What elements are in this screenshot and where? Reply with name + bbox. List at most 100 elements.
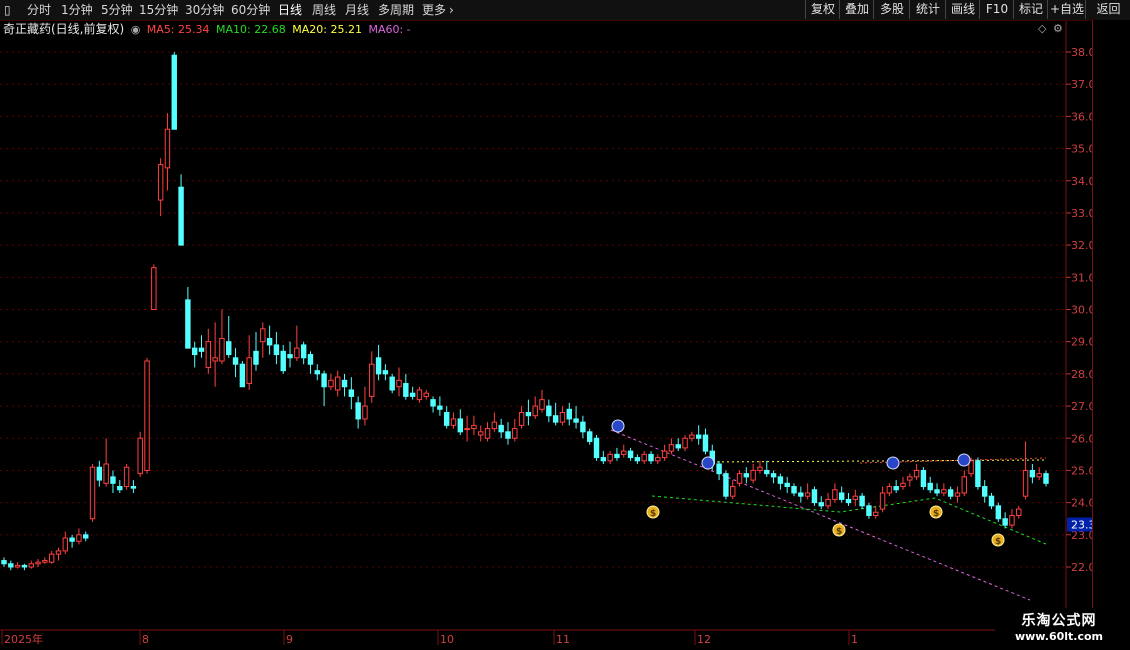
draw-line-button[interactable]: 画线 [945, 0, 980, 19]
candle-up [913, 469, 920, 478]
candle-down [443, 412, 450, 426]
candle-down [975, 460, 981, 488]
candle-up [559, 412, 566, 423]
sad-face-icon [701, 456, 715, 470]
candle-down [566, 408, 572, 420]
candle-down [770, 473, 777, 478]
add-watchlist-button[interactable]: +自选 [1047, 0, 1086, 19]
candle-down [69, 537, 75, 542]
tab-5min[interactable]: 5分钟 [101, 2, 133, 18]
candle-down [866, 505, 872, 516]
ma-line-green [651, 495, 1047, 545]
tab-15min[interactable]: 15分钟 [139, 2, 178, 18]
candle-down [96, 466, 103, 481]
candle-down [723, 473, 729, 497]
diamond-icon[interactable]: ◇ [1038, 22, 1046, 35]
candle-up [736, 473, 743, 484]
candle-up [157, 164, 164, 201]
candle-down [498, 424, 504, 433]
candle-down [280, 350, 286, 372]
multi-stock-button[interactable]: 多股 [873, 0, 910, 19]
watermark-url: www.60lt.com [1014, 630, 1104, 643]
candle-down [409, 392, 416, 397]
kline-chart[interactable]: 38.0037.0036.0035.0034.0033.0032.0031.00… [0, 0, 1130, 650]
candle-down [457, 418, 464, 433]
candle-down [355, 402, 361, 420]
tab-more[interactable]: 更多 [422, 2, 446, 18]
candle-down [253, 350, 259, 365]
candle-down [287, 354, 293, 359]
money-bag-glyph: $ [650, 509, 656, 519]
time-axis-label: 10 [440, 633, 454, 646]
candle-up [1036, 473, 1042, 478]
candle-down [845, 498, 852, 504]
candle-up [750, 469, 756, 481]
tab-30min[interactable]: 30分钟 [185, 2, 224, 18]
candle-up [491, 421, 498, 430]
candle-up [852, 495, 859, 500]
candle-up [804, 492, 811, 497]
candle-down [614, 453, 620, 459]
candle-down [791, 486, 797, 494]
stock-title[interactable]: 奇正藏药(日线,前复权) [3, 22, 124, 36]
candle-up [76, 534, 82, 542]
chevron-right-icon[interactable]: › [449, 2, 454, 18]
candle-down [525, 412, 532, 417]
candle-down [130, 486, 137, 489]
candle-down [307, 354, 314, 365]
tab-multi-period[interactable]: 多周期 [378, 2, 414, 18]
candle-up [416, 389, 423, 401]
chart-title-bar: 奇正藏药(日线,前复权) ◉ MA5: 25.34 MA10: 22.68 MA… [3, 21, 414, 37]
candlestick-series [1, 52, 1049, 571]
menu-icon[interactable]: ▯ [4, 2, 11, 18]
statistics-button[interactable]: 统计 [909, 0, 946, 19]
candle-down [947, 489, 954, 497]
tab-fenshi[interactable]: 分时 [27, 2, 51, 18]
candle-up [641, 453, 647, 462]
candle-down [226, 341, 232, 356]
candle-up [219, 337, 225, 362]
candle-up [539, 399, 545, 410]
candle-up [260, 328, 266, 343]
candle-up [14, 564, 21, 568]
candle-down [648, 453, 654, 462]
candle-up [825, 498, 831, 507]
tab-60min[interactable]: 60分钟 [231, 2, 270, 18]
candle-down [83, 534, 89, 539]
tab-daily[interactable]: 日线 [278, 2, 302, 18]
mark-button[interactable]: 标记 [1013, 0, 1048, 19]
candle-down [634, 457, 641, 462]
money-bag-glyph: $ [836, 527, 842, 537]
candle-up [607, 453, 613, 462]
candle-down [995, 505, 1002, 520]
settings-icon[interactable]: ⚙ [1053, 22, 1063, 35]
candle-up [886, 486, 893, 494]
candle-down [198, 347, 205, 352]
candle-down [185, 299, 191, 349]
candle-up [532, 405, 538, 417]
tab-1min[interactable]: 1分钟 [61, 2, 93, 18]
sad-face-icon [611, 419, 625, 433]
tab-weekly[interactable]: 周线 [312, 2, 336, 18]
tab-monthly[interactable]: 月线 [345, 2, 369, 18]
candle-up [907, 476, 913, 481]
fuquan-button[interactable]: 复权 [805, 0, 840, 19]
right-info-strip [1092, 20, 1130, 630]
candle-down [580, 421, 586, 433]
overlay-button[interactable]: 叠加 [839, 0, 874, 19]
time-axis-label: 2025年 [4, 632, 43, 646]
candle-up [144, 360, 150, 471]
collapse-icon[interactable]: ◉ [131, 23, 141, 36]
candle-up [873, 511, 879, 516]
candle-down [1043, 473, 1049, 484]
f10-button[interactable]: F10 [979, 0, 1014, 19]
back-button[interactable]: 返回 [1085, 0, 1130, 19]
candle-up [89, 466, 96, 520]
candle-up [512, 428, 518, 439]
candle-down [266, 337, 273, 346]
candle-down [110, 476, 116, 484]
candle-up [661, 450, 668, 459]
candle-down [273, 344, 280, 356]
candle-up [103, 463, 109, 484]
candle-down [675, 444, 681, 449]
